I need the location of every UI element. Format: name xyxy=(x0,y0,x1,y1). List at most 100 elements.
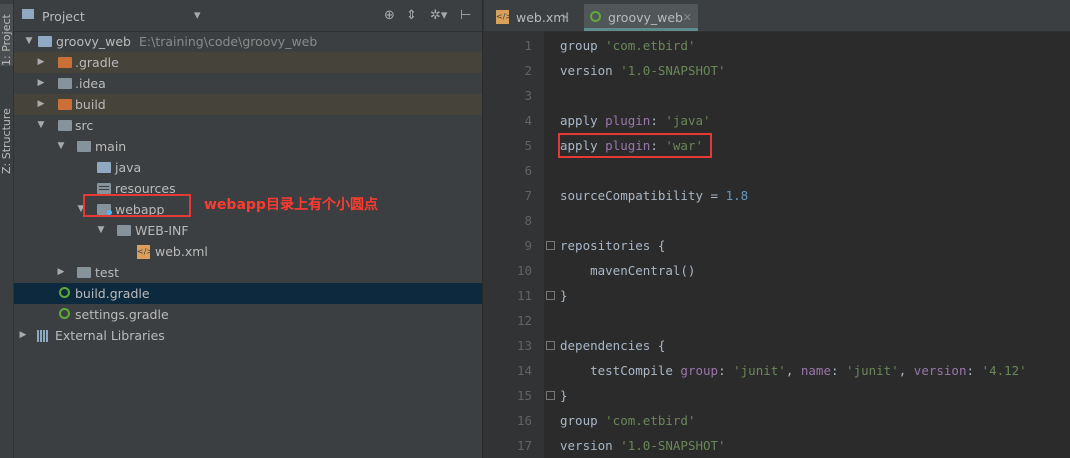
tree-label: main xyxy=(95,139,127,154)
code-line: group 'com.etbird' xyxy=(560,408,695,433)
code-line: version '1.0-SNAPSHOT' xyxy=(560,58,726,83)
code-line: } xyxy=(560,283,568,308)
code-line: testCompile group: 'junit', name: 'junit… xyxy=(560,358,1027,383)
code-token: : xyxy=(966,363,982,378)
close-icon[interactable]: ✕ xyxy=(683,4,692,31)
project-panel-header: Project ▾ ⊕ ⇕ ✲▾ ⊢ xyxy=(14,0,482,32)
tree-item-build[interactable]: ▶ build xyxy=(14,94,482,115)
line-number: 11 xyxy=(516,288,532,303)
folder-icon xyxy=(77,267,91,278)
project-tree: ▼ groovy_web E:\training\code\groovy_web … xyxy=(14,31,482,346)
tree-item-groovy-web[interactable]: ▼ groovy_web E:\training\code\groovy_web xyxy=(14,31,482,52)
line-number: 1 xyxy=(524,38,532,53)
tree-item-external-libraries[interactable]: ▶ External Libraries xyxy=(14,325,482,346)
xml-file-icon: </> xyxy=(496,10,512,24)
line-number: 5 xyxy=(524,138,532,153)
line-number: 12 xyxy=(516,313,532,328)
project-panel: Project ▾ ⊕ ⇕ ✲▾ ⊢ ▼ groovy_web E:\traini… xyxy=(14,0,482,458)
xml-file-icon: </> xyxy=(137,245,153,259)
module-folder-icon xyxy=(38,36,52,47)
project-tool-tab-label: 1: Project xyxy=(0,14,13,66)
tree-item-web-xml[interactable]: </> web.xml xyxy=(14,241,482,262)
code-token: 'com.etbird' xyxy=(605,38,696,53)
line-number: 17 xyxy=(516,438,532,453)
code-token: sourceCompatibility = xyxy=(560,188,726,203)
tree-item-build-gradle[interactable]: build.gradle xyxy=(14,283,482,304)
tree-item-idea[interactable]: ▶ .idea xyxy=(14,73,482,94)
line-number-gutter: 1 2 3 4 5 6 7 8 9 10 11 12 13 14 15 16 17 xyxy=(484,31,555,458)
expand-arrow-icon[interactable]: ▼ xyxy=(96,220,106,241)
tree-item-java[interactable]: java xyxy=(14,157,482,178)
code-token: 1.8 xyxy=(725,188,749,203)
code-token: mavenCentral() xyxy=(560,263,696,278)
line-number: 15 xyxy=(516,388,532,403)
code-token: : xyxy=(718,363,734,378)
line-number: 10 xyxy=(516,263,532,278)
folder-icon xyxy=(58,99,72,110)
target-icon[interactable]: ⊕ xyxy=(384,8,395,23)
fold-marker-icon[interactable] xyxy=(546,291,555,300)
code-token: : xyxy=(650,113,666,128)
tree-item-settings-gradle[interactable]: settings.gradle xyxy=(14,304,482,325)
tree-item-test[interactable]: ▶ test xyxy=(14,262,482,283)
code-token: 'com.etbird' xyxy=(605,413,696,428)
tree-label: .gradle xyxy=(75,55,119,70)
tab-web-xml[interactable]: </> web.xml ✕ xyxy=(492,4,576,31)
folder-icon xyxy=(77,141,91,152)
tree-label: test xyxy=(95,265,120,280)
collapse-arrow-icon[interactable]: ▶ xyxy=(56,262,66,283)
code-line: repositories { xyxy=(560,233,665,258)
code-line: group 'com.etbird' xyxy=(560,33,695,58)
code-token: plugin xyxy=(605,113,651,128)
code-token: } xyxy=(560,388,568,403)
code-token: version xyxy=(560,63,621,78)
line-number: 3 xyxy=(524,88,532,103)
code-token: version xyxy=(913,363,967,378)
chevron-down-icon[interactable]: ▾ xyxy=(194,8,201,23)
folder-icon xyxy=(58,78,72,89)
tree-label: groovy_web xyxy=(56,34,131,49)
tree-item-gradle[interactable]: ▶ .gradle xyxy=(14,52,482,73)
tree-item-web-inf[interactable]: ▼ WEB-INF xyxy=(14,220,482,241)
collapse-arrow-icon[interactable]: ▶ xyxy=(36,73,46,94)
tree-item-src[interactable]: ▼ src xyxy=(14,115,482,136)
collapse-arrow-icon[interactable]: ▶ xyxy=(36,94,46,115)
code-token: repositories { xyxy=(560,238,666,253)
annotation-text: webapp目录上有个小圆点 xyxy=(204,197,378,213)
gear-icon[interactable]: ✲▾ xyxy=(430,8,447,23)
fold-marker-icon[interactable] xyxy=(546,241,555,250)
code-token: , xyxy=(898,363,914,378)
project-view-selector[interactable]: Project xyxy=(42,9,85,24)
code-token: group xyxy=(680,363,719,378)
tree-label: build xyxy=(75,97,106,112)
folder-icon xyxy=(58,120,72,131)
line-number: 13 xyxy=(516,338,532,353)
expand-arrow-icon[interactable]: ▼ xyxy=(56,136,66,157)
code-line: } xyxy=(560,383,568,408)
tree-item-main[interactable]: ▼ main xyxy=(14,136,482,157)
code-line: apply plugin: 'java' xyxy=(560,108,711,133)
code-token: testCompile xyxy=(560,363,681,378)
code-token: 'junit' xyxy=(846,363,899,378)
source-folder-icon xyxy=(97,162,111,173)
tree-label: WEB-INF xyxy=(135,223,189,238)
close-icon[interactable]: ✕ xyxy=(561,4,570,31)
collapse-arrow-icon[interactable]: ▶ xyxy=(18,325,28,346)
expand-arrow-icon[interactable]: ▼ xyxy=(24,31,34,52)
library-icon xyxy=(37,330,51,342)
code-token: , xyxy=(785,363,801,378)
collapse-icon[interactable]: ⇕ xyxy=(406,8,417,23)
collapse-arrow-icon[interactable]: ▶ xyxy=(36,52,46,73)
fold-marker-icon[interactable] xyxy=(546,391,555,400)
structure-tool-tab[interactable]: Z: Structure xyxy=(0,96,13,174)
code-token: } xyxy=(560,288,568,303)
structure-tool-tab-label: Z: Structure xyxy=(0,108,13,174)
code-token: name xyxy=(800,363,831,378)
expand-arrow-icon[interactable]: ▼ xyxy=(36,115,46,136)
tree-label: External Libraries xyxy=(55,328,165,343)
fold-marker-icon[interactable] xyxy=(546,341,555,350)
project-tool-tab[interactable]: 1: Project xyxy=(0,4,13,66)
hide-icon[interactable]: ⊢ xyxy=(460,8,471,23)
line-number: 6 xyxy=(524,163,532,178)
tab-groovy-web[interactable]: groovy_web ✕ xyxy=(584,4,698,31)
